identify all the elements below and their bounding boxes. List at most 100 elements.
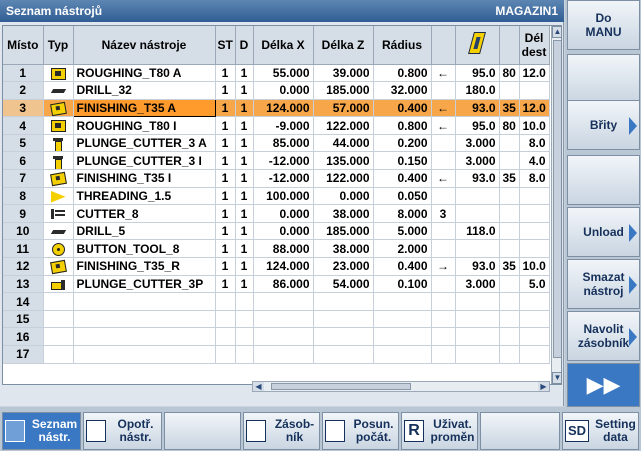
cell-x[interactable]: 55.000 [253, 64, 314, 83]
table-row[interactable]: 15 [3, 310, 550, 329]
cell-st[interactable]: 1 [215, 187, 236, 206]
cell-name[interactable]: FINISHING_T35_R [73, 257, 216, 276]
cell-x[interactable]: 86.000 [253, 275, 314, 294]
cell-misto[interactable]: 9 [3, 204, 44, 223]
cell-st[interactable]: 1 [215, 81, 236, 100]
cell-a2[interactable]: 35 [499, 99, 520, 118]
cell-del[interactable] [519, 187, 550, 206]
cell-dir[interactable]: ← [431, 99, 456, 118]
col-header-direction[interactable] [431, 26, 456, 65]
table-row[interactable]: 3 FINISHING_T35 A 1 1 124.000 57.000 0.400 ← 93.… [3, 98, 550, 118]
cell-tool-type[interactable] [43, 310, 74, 329]
cell-name[interactable]: ROUGHING_T80 A [73, 64, 216, 83]
vertical-softkey-1[interactable]: Do MANU [567, 0, 640, 50]
cell-st[interactable]: 1 [215, 204, 236, 223]
cell-tool-type[interactable] [43, 239, 74, 259]
col-header-misto[interactable]: Místo [3, 26, 44, 65]
cell-x[interactable] [253, 310, 314, 329]
cell-d[interactable]: 1 [235, 187, 254, 206]
cell-dir[interactable]: 3 [431, 204, 456, 223]
cell-a2[interactable] [499, 345, 520, 364]
cell-name[interactable] [73, 327, 216, 346]
vertical-scrollbar[interactable]: ▲ ▼ [551, 26, 561, 384]
cell-z[interactable]: 122.000 [313, 169, 374, 188]
cell-st[interactable]: 1 [215, 116, 236, 135]
cell-tool-type[interactable] [43, 275, 74, 294]
cell-del[interactable]: 10.0 [519, 257, 550, 276]
cell-name[interactable]: PLUNGE_CUTTER_3 A [73, 134, 216, 153]
cell-dir[interactable] [431, 327, 456, 346]
horizontal-softkey-2[interactable]: Opotř. nástr. [83, 412, 162, 450]
cell-a2[interactable] [499, 222, 520, 241]
cell-a2[interactable] [499, 187, 520, 206]
horizontal-softkey-7[interactable] [480, 412, 560, 450]
cell-dir[interactable]: → [431, 257, 456, 276]
scroll-down-icon[interactable]: ▼ [552, 372, 561, 384]
cell-z[interactable] [313, 292, 374, 311]
cell-misto[interactable]: 11 [3, 239, 44, 259]
table-row[interactable]: 2 DRILL_32 1 1 0.000 185.000 32.000 180.0 [3, 81, 550, 100]
table-row[interactable]: 8 THREADING_1.5 1 1 100.000 0.000 0.050 [3, 187, 550, 206]
cell-misto[interactable]: 12 [3, 257, 44, 276]
cell-x[interactable]: 124.000 [253, 257, 314, 276]
vertical-softkey-6[interactable]: Smazat nástroj [567, 259, 640, 309]
cell-tool-type[interactable] [43, 204, 74, 223]
cell-a2[interactable] [499, 134, 520, 153]
cell-r[interactable] [373, 292, 432, 311]
cell-x[interactable]: 85.000 [253, 134, 314, 153]
cell-tool-type[interactable] [43, 257, 74, 276]
cell-z[interactable]: 122.000 [313, 116, 374, 135]
cell-d[interactable]: 1 [235, 275, 254, 294]
cell-name[interactable]: THREADING_1.5 [73, 187, 216, 206]
cell-x[interactable]: -12.000 [253, 169, 314, 188]
cell-d[interactable] [235, 310, 254, 329]
cell-dir[interactable] [431, 187, 456, 206]
cell-z[interactable] [313, 345, 374, 364]
cell-name[interactable] [73, 345, 216, 364]
vertical-softkey-4[interactable] [567, 155, 640, 205]
cell-a2[interactable]: 80 [499, 116, 520, 135]
cell-dir[interactable] [431, 345, 456, 364]
cell-r[interactable]: 8.000 [373, 204, 432, 223]
cell-d[interactable]: 1 [235, 81, 254, 100]
cell-st[interactable]: 1 [215, 64, 236, 83]
cell-a2[interactable] [499, 275, 520, 294]
cell-dir[interactable]: ← [431, 116, 456, 135]
cell-a2[interactable] [499, 239, 520, 259]
cell-a2[interactable] [499, 292, 520, 311]
cell-misto[interactable]: 14 [3, 292, 44, 311]
cell-del[interactable]: 4.0 [519, 151, 550, 171]
cell-x[interactable]: 88.000 [253, 239, 314, 259]
cell-d[interactable]: 1 [235, 169, 254, 188]
cell-tool-type[interactable] [43, 81, 74, 100]
cell-a1[interactable] [455, 204, 500, 223]
cell-z[interactable]: 23.000 [313, 257, 374, 276]
cell-z[interactable]: 54.000 [313, 275, 374, 294]
col-header-del-dest[interactable]: Dél dest [519, 26, 550, 65]
cell-misto[interactable]: 13 [3, 275, 44, 294]
cell-a1[interactable]: 95.0 [455, 64, 500, 83]
cell-misto[interactable]: 1 [3, 64, 44, 83]
cell-r[interactable]: 0.400 [373, 169, 432, 188]
cell-tool-type[interactable] [43, 292, 74, 311]
cell-tool-type[interactable] [43, 64, 74, 83]
horizontal-scroll-thumb[interactable] [271, 383, 411, 390]
cell-name[interactable]: FINISHING_T35 A [72, 98, 216, 118]
cell-x[interactable]: -9.000 [253, 116, 314, 135]
col-header-tool-angle[interactable] [455, 26, 500, 65]
cell-dir[interactable] [431, 151, 456, 171]
cell-misto[interactable]: 15 [3, 310, 44, 329]
cell-name[interactable]: DRILL_32 [73, 81, 216, 100]
cell-a2[interactable] [499, 81, 520, 100]
cell-z[interactable] [313, 310, 374, 329]
cell-name[interactable]: PLUNGE_CUTTER_3P [73, 275, 216, 294]
cell-a2[interactable] [499, 310, 520, 329]
cell-st[interactable]: 1 [215, 169, 236, 188]
cell-d[interactable]: 1 [235, 64, 254, 83]
cell-d[interactable] [235, 345, 254, 364]
cell-a1[interactable]: 180.0 [455, 81, 500, 100]
cell-tool-type[interactable] [43, 187, 74, 206]
cell-dir[interactable] [431, 134, 456, 153]
col-header-delka-x[interactable]: Délka X [253, 26, 314, 65]
horizontal-softkey-6[interactable]: R Uživat. proměn [401, 412, 478, 450]
